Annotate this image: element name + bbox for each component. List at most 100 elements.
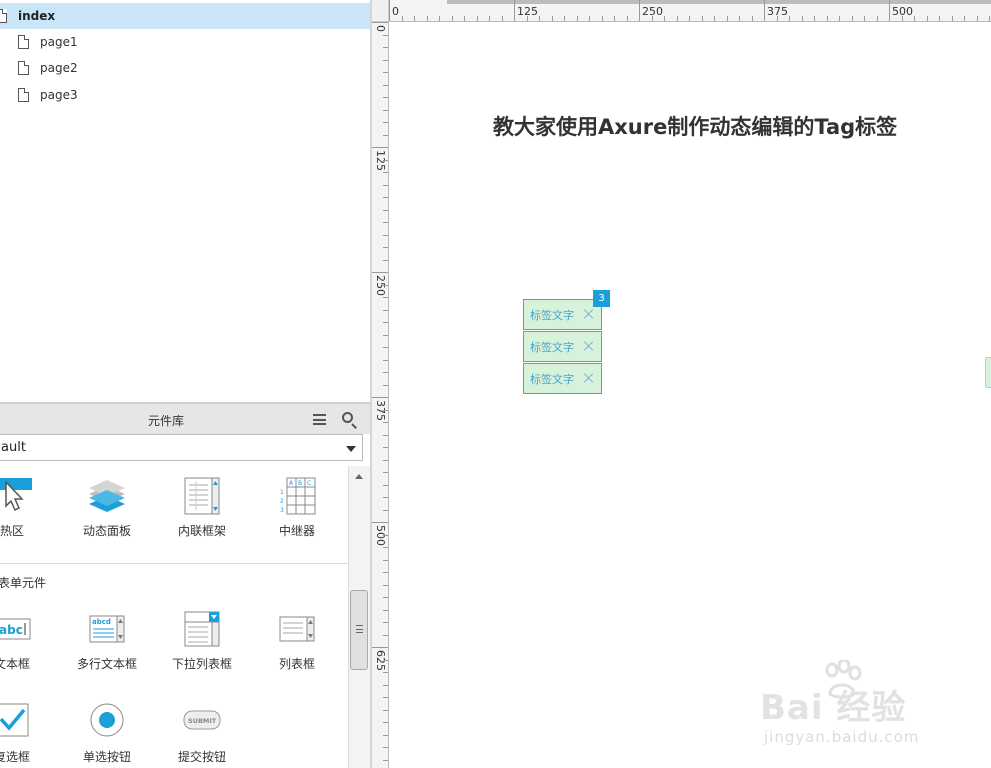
library-scrollbar[interactable] (348, 466, 370, 768)
widget-checkbox[interactable]: 复选框 (0, 702, 57, 764)
page-item-page3[interactable]: page3 (0, 82, 370, 108)
ruler-tick (401, 16, 403, 21)
repeater-row-2: 2 (280, 498, 284, 505)
hotspot-icon (0, 478, 32, 512)
repeater-row-1: 1 (280, 489, 284, 496)
ruler-tick (589, 16, 590, 21)
ruler-tick (964, 16, 965, 21)
tag-item[interactable]: 标签文字 (523, 363, 602, 394)
widget-radio-button[interactable]: 单选按钮 (62, 702, 152, 764)
ruler-tick (372, 647, 388, 648)
ruler-tick (551, 16, 553, 21)
repeater-icon: A B C 1 2 3 (280, 477, 316, 515)
ruler-label: 625 (374, 650, 387, 671)
ruler-tick (383, 309, 388, 311)
left-panel: index page1 page2 page3 元件库 ault 热区 动态面板… (0, 0, 370, 768)
repeater-col-b: B (298, 480, 302, 487)
page-title[interactable]: 教大家使用Axure制作动态编辑的Tag标签 (493, 111, 897, 141)
inline-frame-icon (184, 477, 220, 515)
widget-repeater[interactable]: A B C 1 2 3 中继器 (252, 476, 342, 538)
library-select[interactable]: ault (0, 434, 363, 461)
widget-label: 单选按钮 (82, 750, 131, 764)
menu-icon[interactable] (313, 414, 326, 425)
ruler-tick (383, 109, 388, 111)
text-field-icon-text: abc (0, 623, 23, 637)
tag-item[interactable]: 标签文字 (523, 299, 602, 330)
ruler-tick (383, 672, 388, 673)
widget-label: 热区 (0, 524, 24, 538)
ruler-tick (383, 684, 388, 686)
ruler-tick (576, 16, 578, 21)
ruler-tick (851, 16, 853, 21)
ruler-tick (564, 16, 565, 21)
page-item-index[interactable]: index (0, 3, 370, 29)
ruler-label: 250 (642, 5, 663, 18)
ruler-tick (383, 384, 388, 386)
scroll-up-arrow-icon[interactable] (355, 474, 363, 479)
ruler-tick (383, 747, 388, 748)
repeater-col-c: C (307, 480, 311, 487)
ruler-tick (383, 422, 388, 423)
ruler-tick (383, 322, 388, 323)
ruler-tick (383, 697, 388, 698)
widget-text-area[interactable]: abcd 多行文本框 (62, 609, 152, 671)
widget-inline-frame[interactable]: 内联框架 (157, 476, 247, 538)
ruler-tick (826, 16, 828, 21)
ruler-tick (489, 16, 490, 21)
ruler-tick (914, 16, 915, 21)
close-icon[interactable] (584, 341, 594, 351)
close-icon[interactable] (584, 309, 594, 319)
ruler-tick (383, 509, 388, 511)
widget-label: 多行文本框 (76, 657, 137, 671)
widget-list-box[interactable]: 列表框 (252, 609, 342, 671)
ruler-tick (383, 172, 388, 173)
ruler-scroll-band (447, 0, 991, 4)
ruler-label: 125 (374, 150, 387, 171)
ruler-tick (383, 134, 388, 136)
ruler-label: 375 (767, 5, 788, 18)
widget-dynamic-panel[interactable]: 动态面板 (62, 476, 152, 538)
ruler-tick (383, 709, 388, 711)
vertical-ruler[interactable]: 0 125 250 375 500 625 (372, 22, 389, 768)
ruler-tick (514, 0, 515, 21)
ruler-tick (539, 16, 540, 21)
ruler-label: 500 (892, 5, 913, 18)
ruler-tick (383, 259, 388, 261)
page-label: page3 (40, 88, 78, 102)
horizontal-ruler[interactable]: 0 125 250 375 500 (389, 0, 991, 22)
text-field-icon: abc (0, 618, 31, 640)
radio-button-icon (90, 703, 124, 737)
ruler-tick (726, 16, 728, 21)
ruler-label: 250 (374, 275, 387, 296)
ruler-tick (926, 16, 928, 21)
search-icon[interactable] (342, 412, 353, 423)
ruler-tick (383, 584, 388, 586)
widget-grid: 热区 动态面板 内联框架 A B C 1 2 3 中继器 表单元件 abc 本框… (0, 466, 348, 768)
ruler-tick (701, 16, 703, 21)
ruler-tick (389, 0, 390, 21)
ruler-tick (839, 16, 840, 21)
widget-submit-button[interactable]: SUBMIT 提交按钮 (157, 702, 247, 764)
page-item-page1[interactable]: page1 (0, 29, 370, 55)
scroll-thumb[interactable] (350, 590, 368, 670)
close-icon[interactable] (584, 373, 594, 383)
tag-item[interactable]: 标签文字 (523, 331, 602, 362)
widget-label: 下拉列表框 (171, 657, 232, 671)
offscreen-tag[interactable] (985, 357, 991, 388)
ruler-tick (776, 16, 778, 21)
ruler-tick (414, 16, 415, 21)
widget-label: 内联框架 (177, 524, 226, 538)
page-item-page2[interactable]: page2 (0, 55, 370, 81)
ruler-tick (383, 209, 388, 211)
ruler-tick (789, 16, 790, 21)
widget-droplist[interactable]: 下拉列表框 (157, 609, 247, 671)
page-icon (0, 9, 7, 23)
widget-text-field[interactable]: abc 文本框 (0, 609, 57, 671)
widget-label: 文本框 (0, 657, 30, 671)
text-area-icon: abcd (89, 615, 125, 643)
design-canvas[interactable]: 教大家使用Axure制作动态编辑的Tag标签 标签文字 标签文字 标签文字 3 (390, 23, 991, 768)
ruler-tick (383, 334, 388, 336)
text-area-icon-text: abcd (92, 618, 111, 626)
widget-hotspot[interactable]: 热区 (0, 476, 57, 538)
chevron-down-icon (346, 446, 356, 452)
